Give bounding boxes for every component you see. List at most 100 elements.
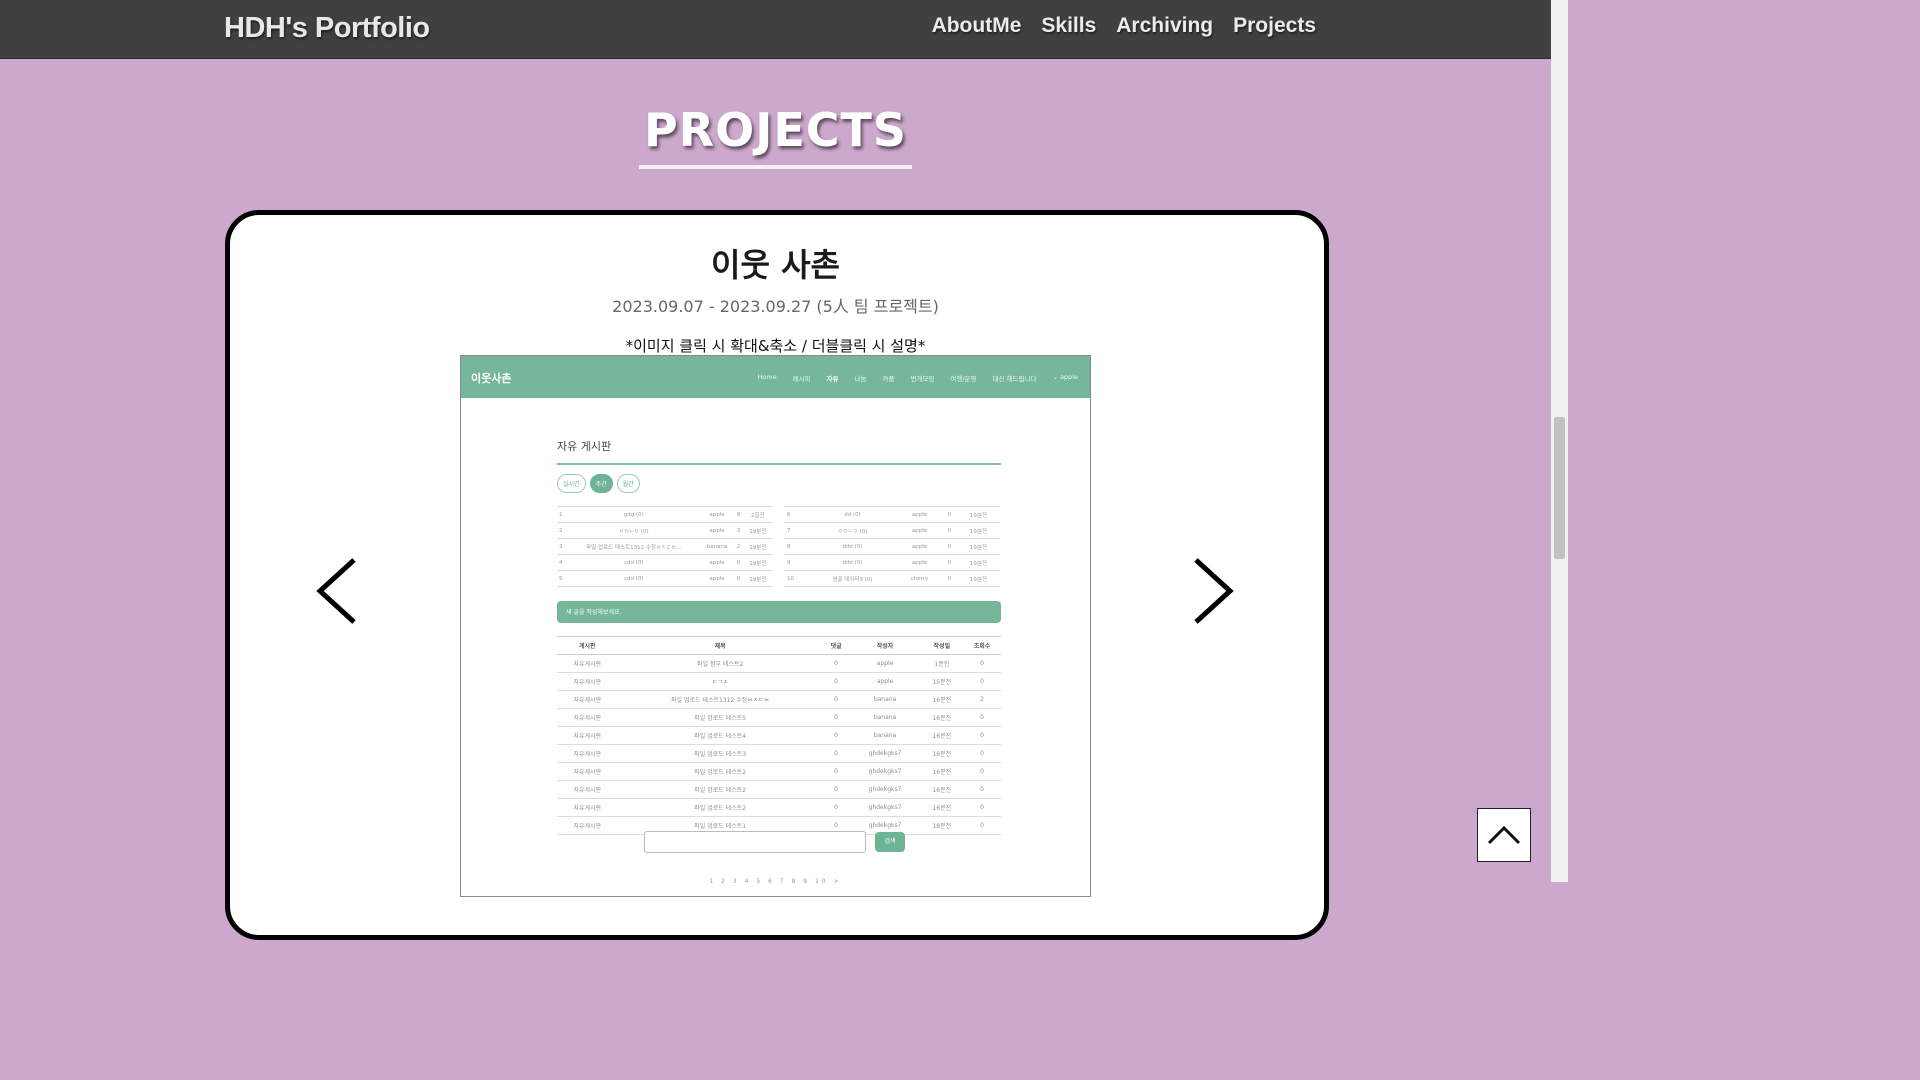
table-row: 자유게시판 파일 첨부 테스트2 0 apple 1분전 0 [557,654,1001,673]
rank-cell-time: 19분전 [956,506,1000,523]
rank-cell-time: 19분전 [956,570,1000,587]
table-cell: 파일 업로드 테스트2 [617,798,823,817]
table-cell: 파일 업로드 테스트2 [617,780,823,799]
table-cell: 0 [962,798,1001,817]
rank-cell-user: apple [700,522,734,539]
column-header: 제목 [617,636,823,655]
table-cell: 0 [822,672,850,691]
table-row: 자유게시판 파일 업로드 테스트4 0 banana 16분전 0 [557,726,1001,745]
chevron-left-icon [316,558,356,624]
rank-cell-no: 2 [557,522,568,539]
rank-cell-no: 4 [557,554,568,571]
board-divider [557,463,1001,465]
rank-cell-user: cherry [897,570,942,587]
table-cell: banana [849,690,921,709]
rank-cell-user: apple [897,522,942,539]
rank-cell-user: apple [897,506,942,523]
rank-cell-time: 19분전 [743,570,772,587]
rank-cell-time: 19분전 [743,522,772,539]
table-cell: 0 [822,744,850,763]
table-cell: 자유게시판 [557,726,618,745]
table-cell: 파일 업로드 테스트4 [617,726,823,745]
table-cell: 16분전 [920,690,963,709]
rank-cell-time: 19분전 [956,554,1000,571]
table-row: 자유게시판 파일 업로드 테스트2 0 ghdekgks7 16분전 0 [557,798,1001,817]
rank-cell-title: gdg (0) [567,506,701,523]
chevron-up-icon [1487,825,1521,845]
title-underline [639,165,912,169]
write-prompt-bar: 새 글을 작성해보세요. [557,601,1001,623]
scrollbar-thumb[interactable] [1554,417,1565,559]
rank-cell-no: 7 [785,522,808,539]
rank-cell-views: 3 [733,522,744,539]
table-cell: 0 [962,780,1001,799]
rank-cell-no: 5 [557,570,568,587]
board-title: 자유 게시판 [557,440,612,453]
chevron-right-icon [1194,558,1234,624]
table-row: 자유게시판 파일 업로드 테스트5 0 banana 16분전 0 [557,708,1001,727]
prev-slide-button[interactable] [302,555,372,627]
rank-row: 10 썸골 데이터3 (0) cherry 0 19분전 [785,570,1000,587]
screenshot-menu-item-active: 자유 [826,375,839,383]
project-name: 이웃 사촌 [711,246,840,284]
rank-cell-user: apple [700,554,734,571]
site-brand[interactable]: HDH's Portfolio [224,12,430,45]
rank-cell-views: 0 [941,554,957,571]
table-cell: 0 [962,654,1001,673]
table-cell: 1분전 [920,654,963,673]
table-cell: 0 [822,780,850,799]
table-cell: 0 [962,708,1001,727]
screenshot-menu-item: 여행/운영 [950,375,977,383]
rank-cell-views: 0 [733,570,744,587]
nav-item-projects[interactable]: Projects [1233,14,1316,38]
next-slide-button[interactable] [1178,555,1248,627]
nav-item-aboutme[interactable]: AboutMe [932,14,1022,38]
screenshot-search-button: 검색 [875,832,905,852]
table-cell: 자유게시판 [557,708,618,727]
screenshot-pager: 1 2 3 4 5 6 7 8 9 10 > [709,878,842,885]
project-screenshot[interactable]: 이웃사촌 Home 레시피 자유 나눔 카풀 번개모임 여행/운영 대신 해드립… [460,355,1091,897]
column-header: 게시판 [557,636,618,655]
screenshot-menu-item: 레시피 [792,375,811,383]
column-header: 작성일 [920,636,963,655]
table-cell: 0 [962,816,1001,835]
rank-cell-no: 9 [785,554,808,571]
table-cell: 자유게시판 [557,780,618,799]
rank-cell-title: dd (0) [807,506,898,523]
nav-item-archiving[interactable]: Archiving [1116,14,1213,38]
table-cell: 0 [822,798,850,817]
rank-cell-views: 0 [733,554,744,571]
table-cell: ghdekgks7 [849,744,921,763]
post-table-header: 게시판 제목 댓글 작성자 작성일 조회수 [557,636,1001,655]
table-cell: 자유게시판 [557,798,618,817]
table-row: 자유게시판 파일 업로드 테스트3 0 ghdekgks7 16분전 0 [557,744,1001,763]
screenshot-menu-item: 대신 해드립니다 [992,375,1037,383]
table-cell: 파일 업로드 테스트3 [617,744,823,763]
rank-cell-user: apple [897,554,942,571]
rank-cell-views: 0 [941,522,957,539]
table-cell: 16분전 [920,798,963,817]
back-to-top-button[interactable] [1477,808,1531,862]
table-row: 자유게시판 파일 업로드 테스트2 0 ghdekgks7 16분전 0 [557,780,1001,799]
table-row: 자유게시판 ㄷㄱㅈ 0 apple 15분전 0 [557,672,1001,691]
rank-cell-title: 파일 업로드 테스트1312 수정ㅂㅈㄷㅂ... [567,538,701,555]
rank-cell-views: 0 [941,570,957,587]
table-cell: 자유게시판 [557,690,618,709]
table-cell: ghdekgks7 [849,798,921,817]
table-cell: ghdekgks7 [849,780,921,799]
screenshot-menu-item: Home [757,373,777,381]
table-cell: 16분전 [920,762,963,781]
rank-cell-user: apple [897,538,942,555]
rank-table-right: 6 dd (0) apple 0 19분전 7 ㅇㅇㄴㅇ (0) apple 0 19분전 8 ddd… [785,506,1000,587]
page-scrollbar[interactable] [1551,0,1568,882]
table-cell: banana [849,708,921,727]
nav-item-skills[interactable]: Skills [1041,14,1096,38]
column-header: 댓글 [822,636,850,655]
rank-cell-user: banana [700,538,734,555]
rank-row: 7 ㅇㅇㄴㅇ (0) apple 0 19분전 [785,522,1000,539]
table-row: 자유게시판 파일 업로드 테스트2 0 ghdekgks7 16분전 0 [557,762,1001,781]
table-cell: 2 [962,690,1001,709]
table-cell: 0 [962,726,1001,745]
table-cell: 자유게시판 [557,672,618,691]
table-cell: 16분전 [920,726,963,745]
